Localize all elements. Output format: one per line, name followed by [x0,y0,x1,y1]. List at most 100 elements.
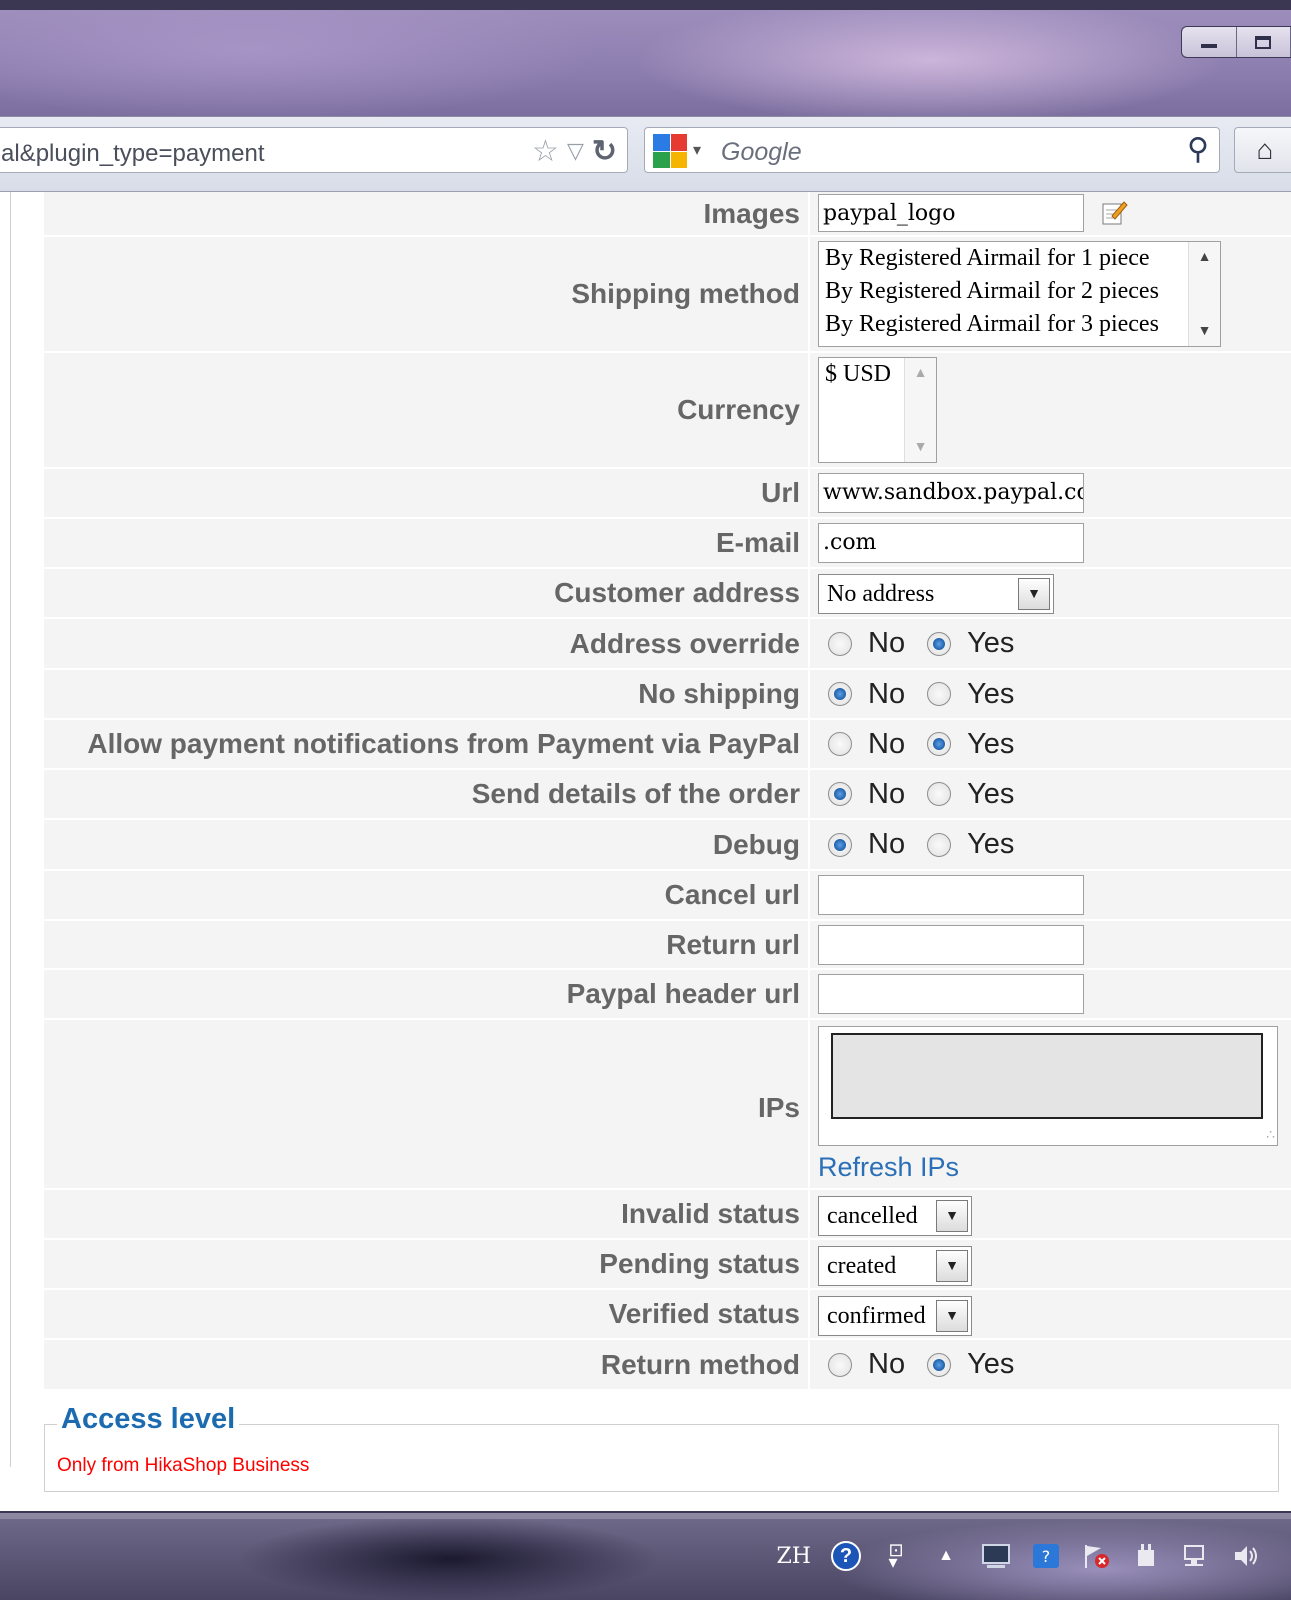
language-indicator[interactable]: ZH [777,1544,811,1569]
scroll-up-icon[interactable]: ▲ [1189,250,1220,266]
address-bar[interactable]: al&plugin_type=payment ☆ ▽ ↻ [0,127,628,173]
row-allow-notifications: Allow payment notifications from Payment… [44,720,1291,770]
network-connection-icon[interactable] [1181,1542,1211,1570]
currency-listbox[interactable]: $ USD ▲ ▼ [818,357,937,463]
paypal-header-url-input[interactable] [818,974,1084,1014]
network-icon[interactable]: ? [1031,1542,1061,1570]
verified-status-select[interactable]: confirmed ▼ [818,1296,972,1336]
images-input[interactable]: paypal_logo [818,194,1084,232]
send-details-yes-radio[interactable] [927,782,952,806]
return-url-input[interactable] [818,925,1084,965]
radio-label-yes[interactable]: Yes [967,1348,1014,1381]
radio-label-no[interactable]: No [868,778,905,811]
invalid-status-select[interactable]: cancelled ▼ [818,1196,972,1236]
radio-label-yes[interactable]: Yes [967,728,1014,761]
list-item[interactable]: By Registered Airmail for 3 pieces [819,308,1220,341]
svg-text:?: ? [1042,1547,1051,1566]
ime-options-icon[interactable]: ⊡ ▾ [881,1541,911,1571]
verified-status-label: Verified status [44,1290,808,1340]
help-icon[interactable]: ? [831,1541,861,1571]
radio-label-no[interactable]: No [868,627,905,660]
home-button[interactable]: ⌂ [1234,127,1291,173]
allow-notifications-yes-radio[interactable] [927,732,952,756]
row-images: Images paypal_logo [44,192,1291,237]
row-url: Url www.sandbox.paypal.com/ [44,469,1291,519]
resize-grip-icon[interactable]: ∴ [1266,1126,1275,1143]
history-dropdown-icon[interactable]: ▽ [567,138,584,169]
verified-status-value: confirmed [827,1303,926,1329]
redacted-ips [831,1033,1263,1119]
search-engine-dropdown-icon[interactable]: ▾ [693,140,701,160]
send-details-no-radio[interactable] [828,782,852,806]
access-level-note: Only from HikaShop Business [57,1455,310,1476]
address-override-yes-radio[interactable] [927,631,952,656]
debug-yes-radio[interactable] [927,832,952,857]
list-item[interactable]: By Registered Airmail for 1 piece [819,242,1220,275]
power-plug-icon[interactable] [1131,1542,1161,1570]
pending-status-label: Pending status [44,1240,808,1290]
network-display-icon[interactable] [981,1542,1011,1570]
radio-label-yes[interactable]: Yes [967,678,1014,711]
scrollbar[interactable]: ▲ ▼ [1188,242,1220,346]
shipping-method-listbox[interactable]: By Registered Airmail for 1 piece By Reg… [818,241,1221,347]
address-override-label: Address override [44,619,808,670]
row-paypal-header-url: Paypal header url [44,970,1291,1020]
chevron-down-icon[interactable]: ▼ [936,1300,968,1332]
address-override-no-radio[interactable] [828,631,852,656]
scroll-down-icon[interactable]: ▼ [905,440,936,456]
google-logo-icon[interactable] [653,134,687,168]
url-input[interactable]: www.sandbox.paypal.com/ [818,473,1084,513]
scroll-down-icon[interactable]: ▼ [1189,324,1220,340]
row-debug: Debug No Yes [44,820,1291,871]
chevron-down-icon[interactable]: ▼ [1018,578,1050,610]
customer-address-select[interactable]: No address ▼ [818,574,1054,614]
search-placeholder: Google [721,138,802,166]
volume-icon[interactable] [1231,1542,1261,1570]
minimize-button[interactable] [1182,27,1237,57]
row-return-url: Return url [44,921,1291,970]
address-bar-text[interactable]: al&plugin_type=payment [1,140,265,168]
scroll-up-icon[interactable]: ▲ [905,366,936,382]
radio-label-no[interactable]: No [868,828,905,861]
window-bottom-frame [0,1511,1291,1519]
no-shipping-yes-radio[interactable] [927,682,952,706]
return-url-label: Return url [44,921,808,970]
row-shipping-method: Shipping method By Registered Airmail fo… [44,237,1291,353]
currency-label: Currency [44,353,808,469]
show-hidden-icons-icon[interactable]: ▲ [931,1542,961,1570]
pending-status-select[interactable]: created ▼ [818,1246,972,1286]
scrollbar[interactable]: ▲ ▼ [904,358,936,462]
action-center-flag-icon[interactable] [1081,1542,1111,1570]
bookmark-star-icon[interactable]: ☆ [532,134,559,169]
radio-label-yes[interactable]: Yes [967,627,1014,660]
radio-label-yes[interactable]: Yes [967,778,1014,811]
search-box[interactable]: ▾ Google ⚲ [644,127,1220,173]
edit-icon[interactable] [1100,198,1128,226]
radio-label-yes[interactable]: Yes [967,828,1014,861]
row-currency: Currency $ USD ▲ ▼ [44,353,1291,469]
allow-notifications-label: Allow payment notifications from Payment… [44,720,808,770]
reload-icon[interactable]: ↻ [592,134,617,169]
refresh-ips-link[interactable]: Refresh IPs [818,1152,959,1183]
radio-label-no[interactable]: No [868,1348,905,1381]
row-return-method: Return method No Yes [44,1340,1291,1391]
return-method-yes-radio[interactable] [927,1352,952,1377]
no-shipping-no-radio[interactable] [828,682,852,706]
row-invalid-status: Invalid status cancelled ▼ [44,1190,1291,1240]
maximize-button[interactable] [1237,27,1291,57]
search-icon[interactable]: ⚲ [1187,132,1209,167]
cancel-url-input[interactable] [818,875,1084,915]
list-item[interactable]: By Registered Airmail for 2 pieces [819,275,1220,308]
return-method-no-radio[interactable] [828,1352,852,1377]
debug-no-radio[interactable] [828,832,852,857]
allow-notifications-no-radio[interactable] [828,732,852,756]
chevron-down-icon[interactable]: ▼ [936,1200,968,1232]
images-label: Images [44,192,808,237]
radio-label-no[interactable]: No [868,678,905,711]
radio-label-no[interactable]: No [868,728,905,761]
window-controls [1181,26,1291,58]
email-input[interactable]: .com [818,523,1084,563]
chevron-down-icon[interactable]: ▼ [936,1250,968,1282]
browser-navigation-bar: al&plugin_type=payment ☆ ▽ ↻ ▾ Google ⚲ … [0,116,1291,192]
ips-textarea[interactable]: ∴ [818,1026,1278,1146]
